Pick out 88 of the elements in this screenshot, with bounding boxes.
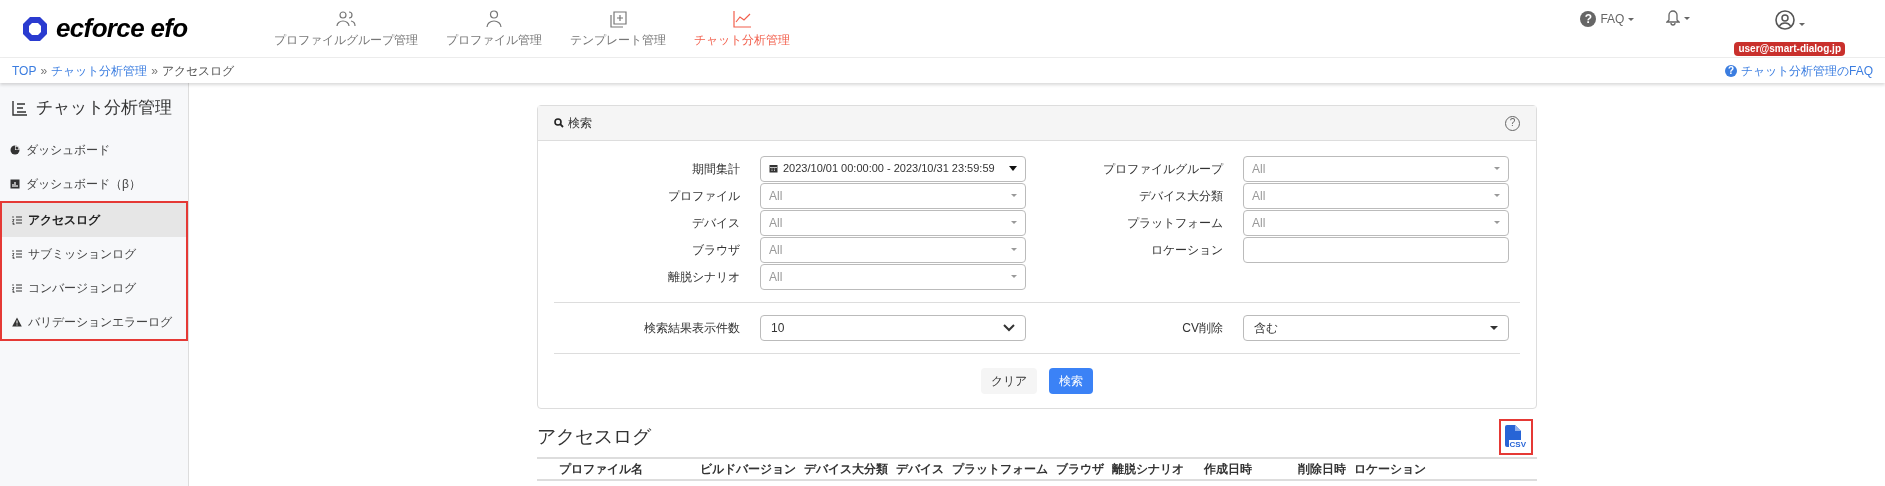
field-label: プロファイル: [667, 187, 741, 205]
logo-icon: [22, 15, 48, 42]
bar-chart-icon: [10, 178, 20, 189]
column-header: 削除日時: [1298, 461, 1347, 478]
list-chart-icon: [12, 99, 28, 116]
text-field[interactable]: [1243, 236, 1509, 263]
help-icon: ?: [1725, 64, 1737, 77]
numbered-list-icon: [12, 248, 22, 259]
caret-icon: [1494, 221, 1500, 224]
caret-icon: [1011, 221, 1017, 224]
calendar-icon: [769, 164, 778, 173]
chevron-down-icon: [1003, 324, 1015, 332]
clear-button[interactable]: クリア: [981, 368, 1037, 394]
sidebar-item[interactable]: ダッシュボード（β）: [0, 166, 188, 201]
logo-text: ecforce efo: [56, 12, 188, 45]
field-label: 検索結果表示件数: [643, 320, 741, 337]
field-label: ロケーション: [1150, 241, 1224, 259]
help-icon[interactable]: ?: [1580, 11, 1597, 27]
sidebar-item[interactable]: コンバージョンログ: [2, 270, 186, 305]
caret-icon: [1490, 326, 1498, 330]
caret-icon: [1684, 16, 1691, 20]
select-field[interactable]: All: [760, 236, 1026, 263]
panel-title: 検索: [568, 115, 592, 132]
field-label: 期間集計: [691, 160, 741, 178]
caret-icon: [1628, 17, 1635, 21]
sidebar-item[interactable]: バリデーションエラーログ: [2, 304, 186, 339]
cv-exclude-select[interactable]: 含む: [1243, 315, 1509, 341]
section-title: アクセスログ: [537, 424, 651, 449]
field-label: プロファイルグループ: [1102, 160, 1225, 178]
pie-chart-icon: [10, 144, 20, 155]
nav-tab[interactable]: チャット分析管理: [680, 0, 804, 57]
faq-menu[interactable]: FAQ: [1600, 10, 1625, 28]
breadcrumb-separator: »: [151, 62, 158, 80]
breadcrumb-current: アクセスログ: [161, 62, 234, 80]
sidebar-item[interactable]: サブミッションログ: [2, 236, 186, 271]
date-range-field[interactable]: 2023/10/01 00:00:00 - 2023/10/31 23:59:59: [760, 155, 1026, 182]
column-header: ロケーション: [1354, 461, 1427, 478]
user-icon: [484, 10, 504, 28]
breadcrumb-separator: »: [40, 62, 48, 80]
field-label: ブラウザ: [691, 241, 741, 259]
column-header: ビルドバージョン: [700, 461, 797, 478]
column-header: プラットフォーム: [952, 461, 1049, 478]
breadcrumb-link[interactable]: チャット分析管理: [51, 61, 148, 80]
caret-icon: [1798, 22, 1805, 26]
select-field[interactable]: All: [1243, 155, 1509, 182]
caret-icon: [1494, 167, 1500, 170]
column-header: デバイス大分類: [804, 461, 889, 478]
results-count-select[interactable]: 10: [760, 315, 1026, 341]
faq-link[interactable]: チャット分析管理のFAQ: [1741, 61, 1873, 80]
add-copy-icon: [608, 10, 628, 28]
select-field[interactable]: All: [760, 263, 1026, 290]
search-button[interactable]: 検索: [1049, 368, 1093, 394]
caret-icon: [1494, 194, 1500, 197]
users-icon: [336, 10, 356, 28]
select-field[interactable]: All: [760, 182, 1026, 209]
sidebar-item[interactable]: アクセスログ: [2, 202, 186, 237]
caret-icon: [1011, 275, 1017, 278]
column-header: 離脱シナリオ: [1112, 461, 1185, 478]
field-label: プラットフォーム: [1126, 214, 1224, 232]
csv-download-button[interactable]: CSV: [1505, 425, 1527, 449]
column-header: デバイス: [896, 461, 945, 478]
column-header: プロファイル名: [558, 461, 644, 478]
nav-tab[interactable]: テンプレート管理: [556, 0, 680, 57]
bell-icon[interactable]: [1666, 10, 1681, 26]
user-avatar-icon[interactable]: [1774, 10, 1795, 30]
sidebar-title: チャット分析管理: [36, 97, 172, 119]
numbered-list-icon: [12, 214, 22, 225]
line-chart-icon: [732, 10, 752, 28]
field-label: デバイス: [691, 214, 741, 232]
caret-icon: [1009, 166, 1017, 171]
field-label: 離脱シナリオ: [667, 268, 741, 286]
search-icon: [554, 118, 564, 128]
warning-icon: [12, 316, 22, 327]
column-header: 作成日時: [1204, 461, 1253, 478]
select-field[interactable]: All: [1243, 209, 1509, 236]
field-label: CV削除: [1181, 320, 1224, 337]
sidebar-item[interactable]: ダッシュボード: [0, 132, 188, 167]
caret-icon: [1011, 248, 1017, 251]
numbered-list-icon: [12, 282, 22, 293]
caret-icon: [1011, 194, 1017, 197]
breadcrumb-link[interactable]: TOP: [12, 61, 37, 80]
column-header: ブラウザ: [1056, 461, 1105, 478]
select-field[interactable]: All: [1243, 182, 1509, 209]
nav-tab[interactable]: プロファイル管理: [432, 0, 556, 57]
field-label: デバイス大分類: [1138, 187, 1224, 205]
user-email-badge: user@smart-dialog.jp: [1734, 42, 1845, 56]
select-field[interactable]: All: [760, 209, 1026, 236]
nav-tab[interactable]: プロファイルグループ管理: [260, 0, 432, 57]
